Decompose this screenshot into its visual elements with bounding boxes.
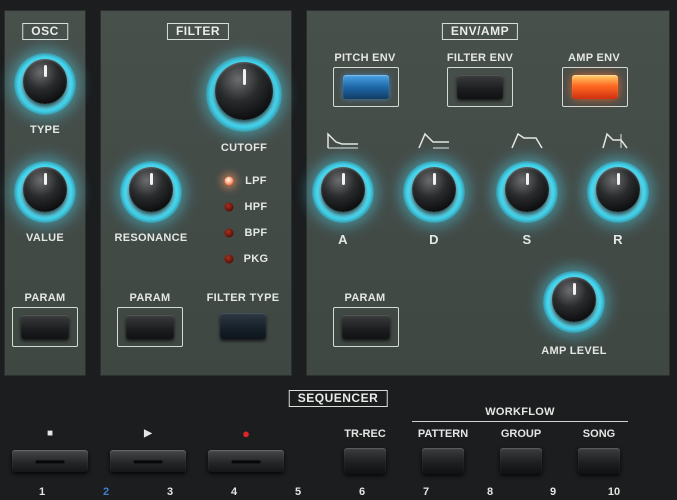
song-button[interactable] [578,448,620,474]
play-icon: ▶ [144,428,152,439]
step-number-8: 8 [486,486,494,498]
hpf-led [224,202,234,212]
osc-param-label: PARAM [24,292,66,304]
filter-env-button-frame [447,67,513,107]
release-knob[interactable] [587,161,649,223]
rec-icon: ● [242,426,250,441]
pitch-env-label: PITCH ENV [334,52,396,64]
filter-param-label: PARAM [129,292,171,304]
filter-type-label: FILTER TYPE [206,292,280,304]
amp-env-button-frame [562,67,628,107]
play-button[interactable] [110,450,186,472]
decay-knob[interactable] [403,161,465,223]
filter-env-button[interactable] [457,75,503,99]
osc-title: OSC [22,23,68,40]
step-number-2: 2 [102,486,110,498]
decay-label: D [429,232,439,247]
osc-param-button-frame [12,307,78,347]
hpf-label: HPF [244,201,268,213]
filter-env-label: FILTER ENV [446,52,514,64]
rec-button[interactable] [208,450,284,472]
value-knob[interactable] [14,161,76,223]
amp-env-button[interactable] [572,75,618,99]
value-label: VALUE [26,232,64,244]
type-knob[interactable] [14,53,76,115]
filter-param-button[interactable] [126,315,174,339]
decay-shape-icon [418,132,449,149]
step-number-1: 1 [38,486,46,498]
tr-rec-button[interactable] [344,448,386,474]
resonance-label: RESONANCE [114,232,188,244]
step-number-7: 7 [422,486,430,498]
filter-title: FILTER [166,23,230,40]
attack-label: A [338,232,348,247]
pitch-env-button[interactable] [343,75,389,99]
amp-env-label: AMP ENV [567,52,621,64]
bpf-label: BPF [244,227,268,239]
env-amp-title: ENV/AMP [441,23,519,40]
song-label: SONG [582,428,616,440]
workflow-divider [412,421,628,422]
pattern-label: PATTERN [417,428,469,440]
sequencer-title: SEQUENCER [288,390,388,407]
filter-type-button[interactable] [220,313,266,339]
step-number-3: 3 [166,486,174,498]
resonance-knob[interactable] [120,161,182,223]
pitch-env-button-frame [333,67,399,107]
step-number-6: 6 [358,486,366,498]
env-param-button[interactable] [342,315,390,339]
filter-param-button-frame [117,307,183,347]
stop-button[interactable] [12,450,88,472]
lpf-label: LPF [245,175,267,187]
env-param-button-frame [333,307,399,347]
release-label: R [613,232,623,247]
pkg-label: PKG [243,253,269,265]
group-button[interactable] [500,448,542,474]
pkg-led [224,254,234,264]
step-number-10: 10 [607,486,621,498]
pattern-button[interactable] [422,448,464,474]
sustain-knob[interactable] [496,161,558,223]
amp-level-label: AMP LEVEL [541,345,607,357]
osc-param-button[interactable] [21,315,69,339]
env-param-label: PARAM [344,292,386,304]
step-number-9: 9 [549,486,557,498]
step-number-4: 4 [230,486,238,498]
release-shape-icon [602,132,628,149]
workflow-label: WORKFLOW [485,406,555,418]
step-number-5: 5 [294,486,302,498]
cutoff-knob[interactable] [206,56,282,132]
bpf-led [224,228,234,238]
group-label: GROUP [500,428,542,440]
sustain-label: S [522,232,532,247]
lpf-led [224,176,234,186]
sustain-shape-icon [511,132,543,149]
cutoff-label: CUTOFF [220,142,268,154]
attack-shape-icon [327,132,358,149]
stop-icon: ■ [46,428,54,439]
type-label: TYPE [30,124,60,136]
amp-level-knob[interactable] [543,271,605,333]
tr-rec-label: TR-REC [344,428,386,440]
attack-knob[interactable] [312,161,374,223]
